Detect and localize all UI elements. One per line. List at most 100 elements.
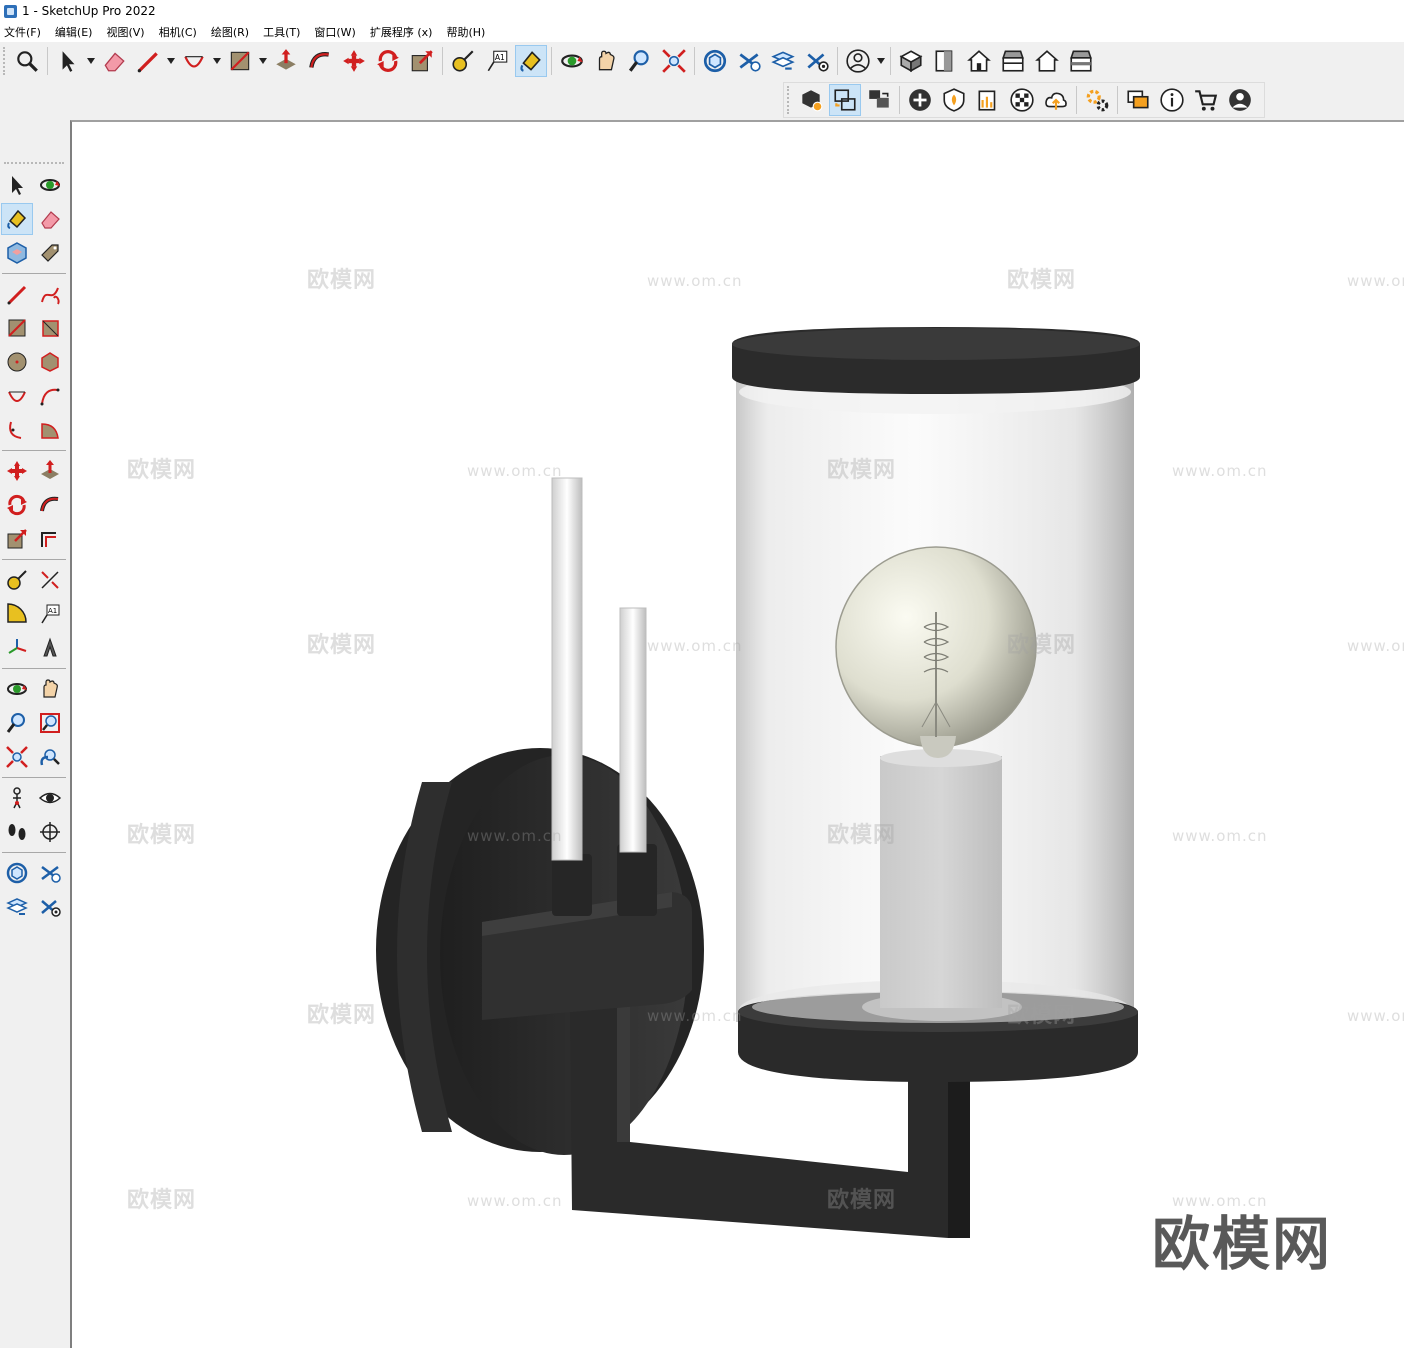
settings-gears-button[interactable] [1081,84,1113,116]
section-swap-button[interactable] [829,84,861,116]
menu-item-6[interactable]: 窗口(W) [314,24,355,40]
top-view-button[interactable] [929,45,961,77]
paint-bucket-button[interactable] [515,45,547,77]
chevron-down-icon[interactable] [85,45,97,77]
layout-send-button[interactable] [767,45,799,77]
extension-manager-tool-button[interactable] [34,891,66,923]
iso-view-button[interactable] [895,45,927,77]
select-arrow-button[interactable] [52,45,84,77]
user-account-button[interactable] [842,45,874,77]
menu-item-4[interactable]: 绘图(R) [211,24,249,40]
polygon-tool-button[interactable] [34,346,66,378]
cart-button[interactable] [1190,84,1222,116]
back-view-button[interactable] [1031,45,1063,77]
look-around-tool-button[interactable] [34,782,66,814]
follow-me-button[interactable] [304,45,336,77]
cloud-upload-button[interactable] [1040,84,1072,116]
zoom-extents-tool-button[interactable] [1,741,33,773]
text-label-button[interactable]: A1 [481,45,513,77]
eraser-tool-button[interactable] [34,203,66,235]
orbit-tool-button[interactable] [1,673,33,705]
3d-warehouse-button[interactable] [699,45,731,77]
scenes-button[interactable] [863,84,895,116]
menu-item-5[interactable]: 工具(T) [263,24,300,40]
add-circle-button[interactable] [904,84,936,116]
right-view-button[interactable] [997,45,1029,77]
chevron-down-icon[interactable] [875,45,887,77]
dimension-tool-button[interactable] [34,564,66,596]
zoom-extents-button[interactable] [658,45,690,77]
section-plane-tool-button[interactable] [34,816,66,848]
push-pull-tool-button[interactable] [34,455,66,487]
palette-grip[interactable] [4,162,64,166]
toolbar-grip[interactable] [3,47,7,75]
menu-item-1[interactable]: 编辑(E) [55,24,93,40]
zoom-glass-tool-button[interactable] [1,707,33,739]
chevron-down-icon[interactable] [211,45,223,77]
pencil-line-button[interactable] [132,45,164,77]
drawing-viewport[interactable]: 欧模网 www.om.cn 欧模网 www.om.cn 欧模网 www.om.cn 欧模网 w… [70,120,1404,1348]
menu-item-2[interactable]: 视图(V) [106,24,144,40]
chevron-down-icon[interactable] [257,45,269,77]
tag-tool-button[interactable] [34,237,66,269]
select-arrow-tool-button[interactable] [1,169,33,201]
rotate-button[interactable] [372,45,404,77]
eraser-button[interactable] [98,45,130,77]
rectangle-tool-button[interactable] [1,312,33,344]
text-label-tool-button[interactable]: A1 [34,598,66,630]
zoom-button[interactable] [11,45,43,77]
menu-item-0[interactable]: 文件(F) [4,24,41,40]
trimble-connect-button[interactable] [795,84,827,116]
tape-measure-tool-button[interactable] [1,564,33,596]
bulb-socket[interactable] [862,749,1022,1021]
arc-tool-button[interactable] [1,380,33,412]
checker-button[interactable] [1006,84,1038,116]
zoom-window-tool-button[interactable] [34,707,66,739]
protractor-tool-button[interactable] [1,598,33,630]
chat-bubble-button[interactable] [1122,84,1154,116]
layout-send-tool-button[interactable] [1,891,33,923]
arc-button[interactable] [178,45,210,77]
rectangle-button[interactable] [224,45,256,77]
info-button[interactable] [1156,84,1188,116]
pie-tool-button[interactable] [34,414,66,446]
pan-hand-button[interactable] [590,45,622,77]
scale-tool-button[interactable] [1,523,33,555]
circle-tool-button[interactable] [1,346,33,378]
follow-me-tool-button[interactable] [34,489,66,521]
previous-view-tool-button[interactable] [34,741,66,773]
3d-text-tool-button[interactable] [34,632,66,664]
menu-item-7[interactable]: 扩展程序 (x) [370,24,433,40]
toolbar-grip[interactable] [787,86,791,114]
freehand-tool-button[interactable] [34,278,66,310]
orbit-button[interactable] [556,45,588,77]
pencil-line-tool-button[interactable] [1,278,33,310]
front-view-button[interactable] [963,45,995,77]
model-scene[interactable] [72,122,1404,1348]
shield-fire-button[interactable] [938,84,970,116]
3d-warehouse-tool-button[interactable] [1,857,33,889]
chevron-down-icon[interactable] [165,45,177,77]
offset-tool-button[interactable] [34,523,66,555]
component-tool-button[interactable] [1,237,33,269]
extension-manager-button[interactable] [801,45,833,77]
tape-measure-button[interactable] [447,45,479,77]
zoom-glass-button[interactable] [624,45,656,77]
move-button[interactable] [338,45,370,77]
menu-item-8[interactable]: 帮助(H) [446,24,485,40]
extension-warehouse-button[interactable] [733,45,765,77]
rotate-tool-button[interactable] [1,489,33,521]
paint-bucket-tool-button[interactable] [1,203,33,235]
axes-tool-button[interactable] [1,632,33,664]
report-chart-button[interactable] [972,84,1004,116]
extension-warehouse-tool-button[interactable] [34,857,66,889]
three-point-arc-tool-button[interactable] [1,414,33,446]
walk-tool-button[interactable] [1,816,33,848]
position-camera-tool-button[interactable] [1,782,33,814]
orbit-tool-button[interactable] [34,169,66,201]
rotated-rect-tool-button[interactable] [34,312,66,344]
menu-item-3[interactable]: 相机(C) [159,24,197,40]
pan-hand-tool-button[interactable] [34,673,66,705]
scale-button[interactable] [406,45,438,77]
move-tool-button[interactable] [1,455,33,487]
